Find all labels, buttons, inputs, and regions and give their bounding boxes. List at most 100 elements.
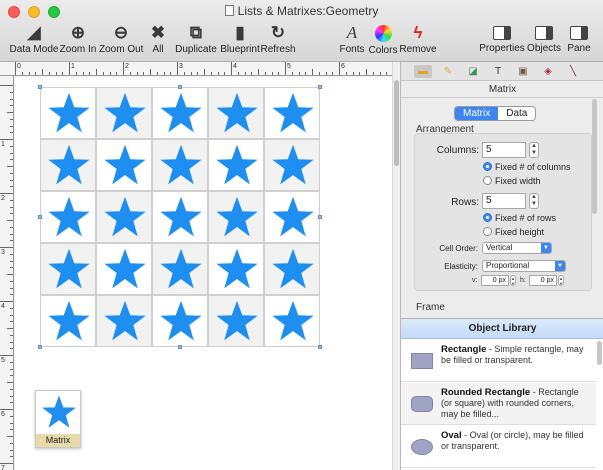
star-icon [272,300,314,341]
matrix-cell[interactable] [208,191,264,243]
columns-input[interactable]: 5 [482,142,526,158]
selection-handle[interactable] [318,215,322,219]
star-icon [216,92,258,133]
ruler-number: 7 [1,465,5,470]
matrix-cell[interactable] [208,295,264,347]
matrix-cell[interactable] [152,139,208,191]
list-item[interactable]: Rectangle - Simple rectangle, may be fil… [401,340,596,382]
selection-handle[interactable] [318,345,322,349]
star-matrix[interactable] [38,85,322,349]
duplicate-button[interactable]: ⧉ Duplicate [174,22,218,58]
selection-handle[interactable] [38,85,42,89]
selection-handle[interactable] [38,345,42,349]
matrix-cell[interactable] [40,139,96,191]
selection-handle[interactable] [38,215,42,219]
matrix-cell[interactable] [152,295,208,347]
tab-ruler[interactable]: ▬ [414,65,432,78]
fixed-columns-radio[interactable]: Fixed # of columns [483,162,571,172]
selection-handle[interactable] [178,85,182,89]
fixed-height-radio[interactable]: Fixed height [483,227,544,237]
matrix-cell[interactable] [152,191,208,243]
v-spacing-input[interactable]: 0 px [481,275,509,286]
all-button[interactable]: ✖ All [146,22,170,58]
matrix-cell[interactable] [264,87,320,139]
fonts-button[interactable]: A Fonts [338,22,366,58]
tab-bucket[interactable]: ◈ [539,65,557,78]
matrix-cell[interactable] [40,87,96,139]
canvas-vertical-scrollbar[interactable] [392,62,400,470]
rows-input[interactable]: 5 [482,193,526,209]
expand-all-icon: ✖ [150,23,166,42]
matrix-cell[interactable] [208,243,264,295]
ruler-number: 3 [1,249,5,256]
matrix-cell[interactable] [264,295,320,347]
rectangle-icon [411,353,433,369]
inspector-scrollbar[interactable] [592,99,597,214]
cell-order-select[interactable]: Vertical ▼ [482,242,552,254]
tab-pencil[interactable]: ✎ [439,65,457,78]
star-icon [104,300,146,341]
list-item[interactable]: Rounded Rectangle - Rectangle (or square… [401,383,596,425]
matrix-cell[interactable] [40,243,96,295]
ruler-number: 6 [341,63,345,70]
horizontal-ruler: 0 1 2 3 4 5 6 [0,62,392,76]
data-mode-button[interactable]: ◢ Data Mode [9,22,59,58]
ruler-number: 1 [71,63,75,70]
zoom-in-icon: ⊕ [70,23,86,42]
remove-button[interactable]: ϟ Remove [399,22,437,58]
h-spacing-input[interactable]: 0 px [529,275,557,286]
matrix-cell[interactable] [96,139,152,191]
zoom-out-button[interactable]: ⊖ Zoom Out [99,22,143,58]
objects-button[interactable]: Objects [527,22,561,58]
tab-text[interactable]: T [489,65,507,78]
rows-stepper[interactable]: ▲ ▼ [529,193,539,209]
matrix-cell[interactable] [96,243,152,295]
elasticity-select[interactable]: Proportional ▼ [482,260,566,272]
document-canvas[interactable]: Matrix [15,77,392,470]
mode-segmented-control: Matrix Data [454,106,537,121]
fixed-width-radio[interactable]: Fixed width [483,176,541,186]
pane-button[interactable]: Pane [566,22,592,58]
tab-data[interactable]: Data [498,107,535,120]
tab-shapes[interactable]: ◪ [464,65,482,78]
tab-line[interactable]: ╲ [564,65,582,78]
matrix-cell[interactable] [264,191,320,243]
selection-handle[interactable] [178,345,182,349]
tab-image[interactable]: ▣ [514,65,532,78]
ruler-icon: ▬ [418,66,428,77]
matrix-library-thumbnail[interactable]: Matrix [35,390,81,448]
selection-handle[interactable] [318,85,322,89]
blueprint-button[interactable]: ▮ Blueprint [219,22,261,58]
star-icon [160,196,202,237]
colors-button[interactable]: Colors [367,22,399,58]
pencil-icon: ✎ [443,66,453,77]
matrix-cell[interactable] [96,191,152,243]
zoom-in-button[interactable]: ⊕ Zoom In [59,22,97,58]
ruler-number: 2 [125,63,129,70]
refresh-button[interactable]: ↻ Refresh [260,22,296,58]
h-spacing-stepper[interactable]: ▲ ▼ [558,275,564,286]
columns-stepper[interactable]: ▲ ▼ [529,142,539,158]
fixed-rows-radio[interactable]: Fixed # of rows [483,213,556,223]
matrix-cell[interactable] [208,139,264,191]
v-spacing-label: v: [472,277,478,284]
matrix-cell[interactable] [208,87,264,139]
library-scrollbar[interactable] [597,341,602,365]
matrix-cell[interactable] [152,243,208,295]
matrix-cell[interactable] [40,295,96,347]
list-item[interactable]: Oval - Oval (or circle), may be filled o… [401,426,596,468]
matrix-cell[interactable] [96,295,152,347]
text-icon: T [494,66,502,77]
canvas-scroll-thumb[interactable] [394,80,399,166]
matrix-cell[interactable] [264,139,320,191]
matrix-cell[interactable] [152,87,208,139]
v-spacing-stepper[interactable]: ▲ ▼ [510,275,516,286]
matrix-cell[interactable] [96,87,152,139]
matrix-cell[interactable] [40,191,96,243]
matrix-cell[interactable] [264,243,320,295]
star-icon [216,144,258,185]
vertical-ruler: 1 2 3 4 5 6 7 [0,76,14,470]
title-toolbar: Lists & Matrixes:Geometry ◢ Data Mode ⊕ Zo… [0,0,603,62]
properties-button[interactable]: Properties [479,22,525,58]
tab-matrix[interactable]: Matrix [455,107,499,120]
